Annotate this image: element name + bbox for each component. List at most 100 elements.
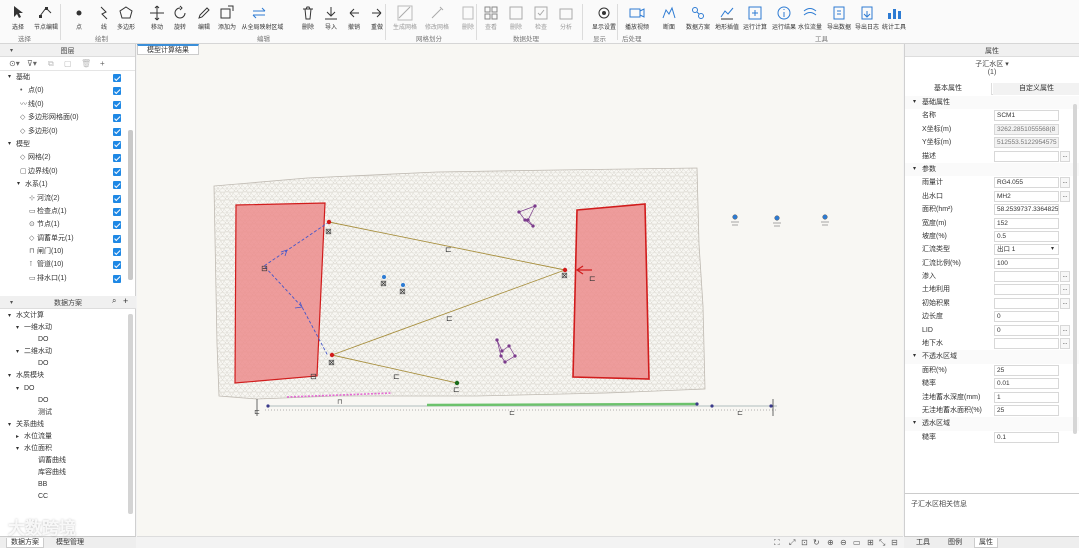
expand-icon[interactable]: ▾ [913,417,916,430]
expand-icon[interactable]: ▾ [8,310,11,322]
property-value-field[interactable]: MH2 [994,190,1059,202]
layer-visible-checkbox[interactable] [113,261,121,270]
expand-icon[interactable]: ▾ [16,443,19,455]
layer-visible-checkbox[interactable] [113,274,121,283]
tab-data-scheme[interactable]: 数据方案 [6,538,44,548]
ribbon-button[interactable]: 节点编辑 [33,2,59,32]
tab-custom-props[interactable]: 自定义属性 [993,83,1079,95]
property-value-field[interactable] [994,297,1059,309]
ellipsis-button[interactable]: ... [1060,190,1070,202]
ellipsis-button[interactable]: ... [1060,271,1070,283]
expand-icon[interactable]: ▾ [8,138,11,151]
layer-row[interactable]: ▾ 水系(1) [0,178,135,191]
tab-basic-props[interactable]: 基本属性 [905,83,992,95]
ribbon-button[interactable]: 播放视频 [624,2,650,32]
property-value-field[interactable]: 出口 1 [994,244,1059,256]
layer-visible-checkbox[interactable] [113,114,121,123]
layer-visible-checkbox[interactable] [113,221,121,230]
expand-icon[interactable]: ▾ [16,383,19,395]
ribbon-button[interactable]: 统计工具 [881,2,907,32]
expand-icon[interactable]: ▾ [16,322,19,334]
scheme-tree-item[interactable]: ▾ 水质模块 [0,370,136,382]
expand-icon[interactable]: ▾ [8,370,11,382]
scheme-tree-item[interactable]: CC [0,491,136,503]
scheme-tree-item[interactable]: ▾ 关系曲线 [0,419,136,431]
visibility-icon[interactable]: ⊙▾ [9,59,20,68]
view-control-icon[interactable]: ⊕ [827,538,834,547]
scheme-tree-item[interactable]: ▾ 一维水动 [0,322,136,334]
tab-properties[interactable]: 属性 [974,538,998,548]
layer-visible-checkbox[interactable] [113,248,121,257]
property-value-field[interactable] [994,284,1059,296]
property-value-field[interactable]: 100 [994,257,1059,269]
property-section-header[interactable]: ▾ 透水区域 [905,417,1079,431]
ribbon-button[interactable]: 重做 [364,2,390,32]
chevron-down-icon[interactable]: ▾ [1051,243,1054,256]
ribbon-button[interactable]: 水位流量 [797,2,823,32]
layer-visible-checkbox[interactable] [113,207,121,216]
layer-row[interactable]: ▢ 边界线(0) [0,165,135,178]
property-scrollbar[interactable] [1073,104,1077,434]
layer-add-icon[interactable]: ⧉ [48,59,54,69]
layer-row[interactable]: ◇ 网格(2) [0,151,135,164]
view-control-icon[interactable]: ⤢ [789,538,795,548]
property-value-field[interactable]: SCM1 [994,110,1059,122]
scheme-tree-item[interactable]: ▾ 二维水动 [0,346,136,358]
layer-row[interactable]: 〰线(0) [0,98,135,111]
ribbon-button[interactable]: 显示设置 [591,2,617,32]
property-value-field[interactable]: 0.5 [994,230,1059,242]
property-value-field[interactable]: 1 [994,391,1059,403]
view-control-icon[interactable]: ⤡ [879,538,885,548]
layer-visible-checkbox[interactable] [113,181,121,190]
layer-scrollbar[interactable] [128,130,133,280]
view-control-icon[interactable]: ↻ [813,538,820,547]
view-control-icon[interactable]: ⊡ [801,538,808,547]
ellipsis-button[interactable]: ... [1060,338,1070,350]
scheme-tree-item[interactable]: 调蓄曲线 [0,455,136,467]
add-icon[interactable]: + [123,296,128,306]
layer-row[interactable]: ⊓ 闸门(10) [0,245,135,258]
expand-icon[interactable]: ▾ [17,178,20,191]
property-value-field[interactable]: 0 [994,311,1059,323]
layer-visible-checkbox[interactable] [113,194,121,203]
ribbon-button[interactable]: 修改网格 [424,2,450,32]
property-value-field[interactable]: 0 [994,324,1059,336]
scheme-tree-item[interactable]: DO [0,334,136,346]
scheme-scrollbar[interactable] [128,314,133,514]
ribbon-button[interactable]: 多边形 [113,2,139,32]
property-value-field[interactable]: 152 [994,217,1059,229]
search-icon[interactable]: ⌕ [112,296,116,306]
property-value-field[interactable]: 58.2539737.3364825 [994,204,1059,216]
expand-icon[interactable]: ▾ [913,96,916,109]
scheme-tree-item[interactable]: ▾ DO [0,383,136,395]
property-section-header[interactable]: ▾ 基础属性 [905,96,1079,110]
view-control-icon[interactable]: ▭ [853,538,861,547]
tab-legend[interactable]: 图例 [944,538,966,548]
filter-icon[interactable]: ⊽▾ [27,59,37,68]
layer-row[interactable]: ⊹ 河流(2) [0,192,135,205]
property-section-header[interactable]: ▾ 不透水区域 [905,350,1079,364]
expand-icon[interactable]: ▾ [913,350,916,363]
ribbon-button[interactable]: 地形插值 [714,2,740,32]
ribbon-button[interactable]: 分析 [553,2,579,32]
property-value-field[interactable]: 0.1 [994,431,1059,443]
tab-model-manage[interactable]: 模型管理 [52,538,88,548]
scheme-tree-item[interactable]: 库容曲线 [0,467,136,479]
expand-icon[interactable]: ▾ [913,163,916,176]
layer-delete-icon[interactable]: 🗑 [81,59,91,68]
layer-visible-checkbox[interactable] [113,154,121,163]
property-value-field[interactable] [994,338,1059,350]
view-control-icon[interactable]: ⛶ [774,538,780,548]
property-value-field[interactable] [994,150,1059,162]
scheme-tree-item[interactable]: DO [0,358,136,370]
scheme-tree-item[interactable]: ▾ 水文计算 [0,310,136,322]
view-control-icon[interactable]: ⊖ [840,538,847,547]
layer-visible-checkbox[interactable] [113,234,121,243]
scheme-tree-item[interactable]: BB [0,479,136,491]
ribbon-button[interactable]: 数据方案 [685,2,711,32]
layer-visible-checkbox[interactable] [113,74,121,82]
ribbon-button[interactable]: 添加为 [214,2,240,32]
layer-copy-icon[interactable]: ▢ [64,59,72,68]
scheme-tree-item[interactable]: ▸ 水位流量 [0,431,136,443]
expand-icon[interactable]: ▸ [16,431,19,443]
